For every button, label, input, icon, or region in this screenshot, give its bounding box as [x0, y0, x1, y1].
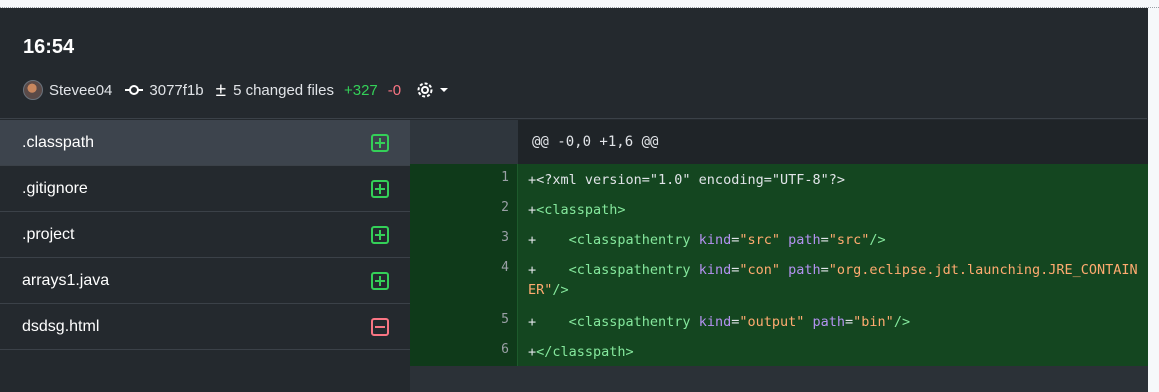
deletions-count: -0	[387, 81, 402, 99]
code-token: =	[845, 314, 854, 330]
diff-line[interactable]: 5 + <classpathentry kind="output" path="…	[410, 306, 1148, 336]
diff-line[interactable]: 3 + <classpathentry kind="src" path="src…	[410, 224, 1148, 254]
file-name: .gitignore	[22, 179, 88, 197]
commit-sha[interactable]: 3077f1b	[149, 82, 203, 99]
file-item[interactable]: .classpath	[0, 120, 410, 166]
code-token: +	[528, 232, 569, 248]
line-code: + <classpathentry kind="output" path="bi…	[518, 306, 918, 336]
top-strip	[0, 0, 1159, 8]
line-number: 6	[410, 336, 518, 366]
hunk-gutter	[410, 120, 518, 164]
file-name: dsdsg.html	[22, 317, 100, 335]
code-token: +	[528, 314, 569, 330]
git-commit-icon	[125, 83, 144, 97]
commit-meta: Stevee04 3077f1b ± 5 changed files +327 …	[23, 78, 449, 102]
code-token: />	[893, 314, 911, 330]
line-code: +<?xml version="1.0" encoding="UTF-8"?>	[518, 164, 853, 194]
line-number: 5	[410, 306, 518, 336]
hunk-text: @@ -0,0 +1,6 @@	[532, 134, 659, 150]
diff-line[interactable]: 6 +</classpath>	[410, 336, 1148, 366]
line-code: +<classpath>	[518, 194, 634, 224]
code-token: path	[812, 314, 846, 330]
code-token: <classpathentry	[568, 262, 699, 278]
code-token: "bin"	[853, 314, 894, 330]
diff-line[interactable]: 4 + <classpathentry kind="con" path="org…	[410, 254, 1148, 306]
plus-minus-icon: ±	[215, 79, 227, 101]
code-token: kind	[698, 314, 732, 330]
line-number: 4	[410, 254, 518, 306]
caret-down-icon[interactable]	[439, 86, 449, 94]
file-name: arrays1.java	[22, 271, 110, 289]
code-token: "src"	[828, 232, 870, 248]
file-removed-icon	[371, 318, 389, 336]
file-name: .classpath	[22, 133, 95, 151]
line-number: 2	[410, 194, 518, 224]
line-code: + <classpathentry kind="con" path="org.e…	[518, 254, 1148, 306]
file-added-icon	[371, 226, 389, 244]
code-token: "src"	[739, 232, 780, 248]
commit-time: 16:54	[23, 36, 75, 58]
gear-icon[interactable]	[415, 80, 435, 100]
code-token: "con"	[739, 262, 780, 278]
file-name: .project	[22, 225, 75, 243]
code-token: +	[528, 344, 537, 360]
code-token: <classpath>	[536, 202, 626, 218]
code-token: />	[869, 232, 886, 248]
avatar[interactable]	[23, 80, 43, 100]
code-token: />	[552, 282, 569, 298]
window-edge	[1148, 8, 1159, 392]
file-item[interactable]: .gitignore	[0, 166, 410, 212]
code-token: "output"	[739, 314, 805, 330]
line-number: 3	[410, 224, 518, 254]
diff-view: @@ -0,0 +1,6 @@ 1 +<?xml version="1.0" e…	[410, 120, 1148, 392]
file-added-icon	[371, 272, 389, 290]
file-item[interactable]: arrays1.java	[0, 258, 410, 304]
author-name[interactable]: Stevee04	[49, 82, 112, 99]
code-token: </classpath>	[536, 344, 634, 360]
diff-line[interactable]: 2 +<classpath>	[410, 194, 1148, 224]
file-added-icon	[371, 134, 389, 152]
hunk-header: @@ -0,0 +1,6 @@	[410, 120, 1148, 164]
file-item[interactable]: .project	[0, 212, 410, 258]
code-token: +	[528, 262, 569, 278]
code-token: <classpathentry	[568, 314, 699, 330]
code-token: path	[788, 232, 821, 248]
code-token: +<?xml version="1.0" encoding="UTF-8"?>	[528, 172, 845, 188]
code-token: kind	[698, 232, 732, 248]
line-number: 1	[410, 164, 518, 194]
file-added-icon	[371, 180, 389, 198]
code-token: kind	[698, 262, 732, 278]
changed-files-list: .classpath .gitignore .project arrays1.j…	[0, 120, 410, 392]
code-token: =	[820, 262, 829, 278]
code-token: +	[528, 202, 537, 218]
line-code: +</classpath>	[518, 336, 642, 366]
code-token: <classpathentry	[568, 232, 699, 248]
code-token: path	[788, 262, 821, 278]
commit-header: 16:54 Stevee04 3077f1b ± 5 changed files…	[0, 8, 1147, 119]
changed-files-count: 5 changed files	[233, 81, 334, 99]
line-code: + <classpathentry kind="src" path="src"/…	[518, 224, 894, 254]
code-token: =	[820, 232, 829, 248]
diff-line[interactable]: 1 +<?xml version="1.0" encoding="UTF-8"?…	[410, 164, 1148, 194]
file-item[interactable]: dsdsg.html	[0, 304, 410, 350]
additions-count: +327	[343, 81, 378, 99]
